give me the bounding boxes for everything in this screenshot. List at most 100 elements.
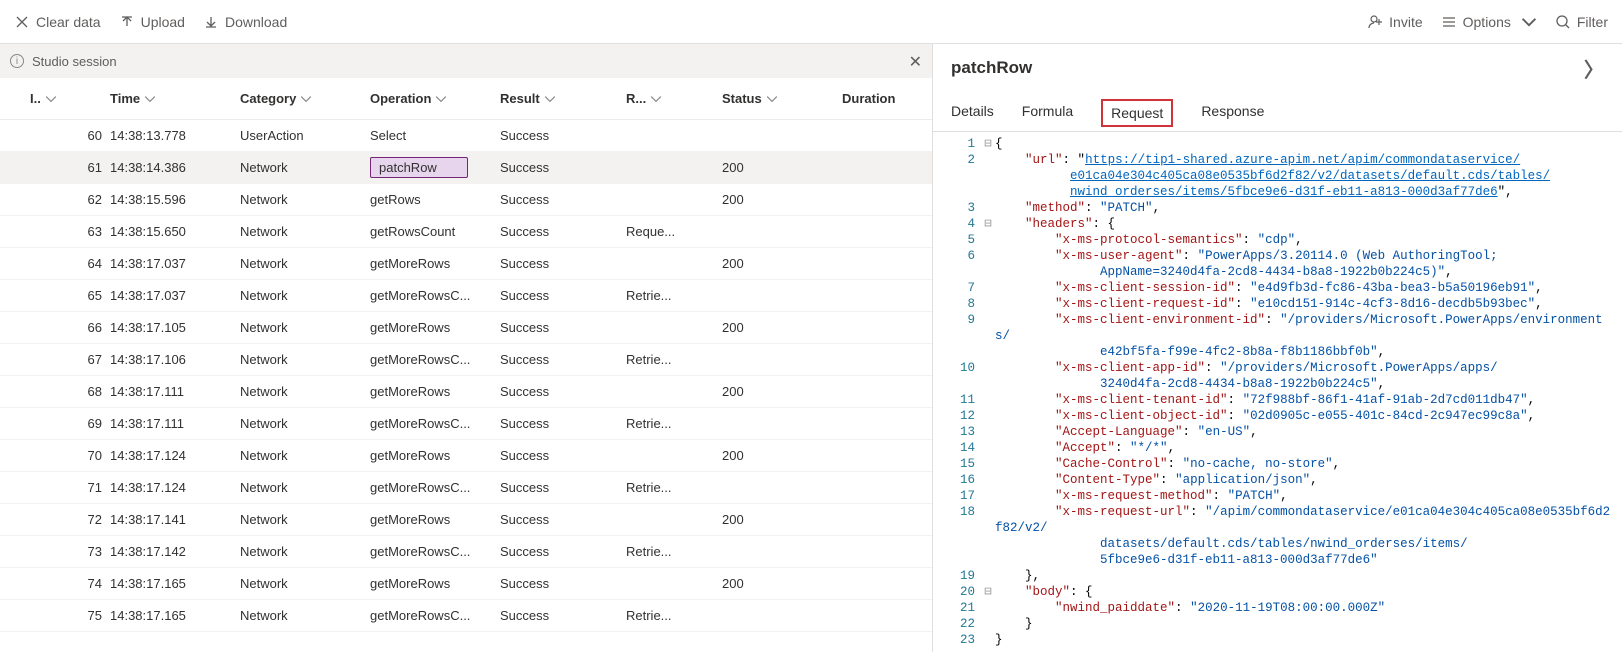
options-label: Options (1463, 14, 1511, 30)
cell-r: Retrie... (626, 416, 722, 431)
table-row[interactable]: 7414:38:17.165NetworkgetMoreRowsSuccess2… (0, 568, 932, 600)
table-row[interactable]: 6014:38:13.778UserActionSelectSuccess (0, 120, 932, 152)
tab-response[interactable]: Response (1201, 103, 1264, 131)
line-number: 14 (933, 440, 981, 456)
code-text: "body": { (995, 584, 1622, 600)
cell-category: Network (240, 448, 370, 463)
col-r[interactable]: R... (626, 91, 722, 106)
col-status[interactable]: Status (722, 91, 842, 106)
cell-time: 14:38:13.778 (110, 128, 240, 143)
fold-icon (981, 600, 995, 616)
line-number: 1 (933, 136, 981, 152)
table-row[interactable]: 6814:38:17.111NetworkgetMoreRowsSuccess2… (0, 376, 932, 408)
col-result[interactable]: Result (500, 91, 626, 106)
table-row[interactable]: 6914:38:17.111NetworkgetMoreRowsC...Succ… (0, 408, 932, 440)
cell-category: Network (240, 384, 370, 399)
cell-id: 62 (30, 192, 110, 207)
table-row[interactable]: 7214:38:17.141NetworkgetMoreRowsSuccess2… (0, 504, 932, 536)
code-text: } (995, 632, 1622, 648)
cell-id: 70 (30, 448, 110, 463)
tab-details[interactable]: Details (951, 103, 994, 131)
toolbar: Clear data Upload Download Invite Option… (0, 0, 1622, 44)
code-editor[interactable]: 1⊟{2 "url": "https://tip1-shared.azure-a… (933, 132, 1622, 652)
line-number: 20 (933, 584, 981, 600)
expand-arrow-button[interactable]: 〉 (1584, 54, 1604, 83)
table-row[interactable]: 6114:38:14.386NetworkpatchRowSuccess200 (0, 152, 932, 184)
line-number: 21 (933, 600, 981, 616)
code-text: "x-ms-request-method": "PATCH", (995, 488, 1622, 504)
cell-r: Reque... (626, 224, 722, 239)
cell-time: 14:38:17.142 (110, 544, 240, 559)
col-time[interactable]: Time (110, 91, 240, 106)
line-number: 13 (933, 424, 981, 440)
invite-button[interactable]: Invite (1367, 14, 1422, 30)
fold-icon[interactable]: ⊟ (981, 584, 995, 600)
table-row[interactable]: 6414:38:17.037NetworkgetMoreRowsSuccess2… (0, 248, 932, 280)
col-duration[interactable]: Duration (842, 91, 932, 106)
details-title: patchRow (951, 58, 1032, 78)
code-text: "x-ms-client-session-id": "e4d9fb3d-fc86… (995, 280, 1622, 296)
code-line: 1⊟{ (933, 136, 1622, 152)
tab-formula[interactable]: Formula (1022, 103, 1073, 131)
cell-operation: getMoreRows (370, 512, 500, 527)
cell-operation: patchRow (370, 157, 500, 178)
cell-category: Network (240, 256, 370, 271)
close-session-button[interactable]: ✕ (909, 52, 922, 72)
options-icon (1441, 14, 1457, 30)
table-row[interactable]: 6214:38:15.596NetworkgetRowsSuccess200 (0, 184, 932, 216)
code-line: 23} (933, 632, 1622, 648)
fold-icon[interactable]: ⊟ (981, 216, 995, 232)
table-body[interactable]: 6014:38:13.778UserActionSelectSuccess611… (0, 120, 932, 645)
options-button[interactable]: Options (1441, 14, 1537, 30)
fold-icon (981, 360, 995, 392)
fold-icon (981, 232, 995, 248)
fold-icon (981, 472, 995, 488)
line-number: 9 (933, 312, 981, 360)
code-line: 3 "method": "PATCH", (933, 200, 1622, 216)
fold-icon (981, 296, 995, 312)
table-row[interactable]: 7014:38:17.124NetworkgetMoreRowsSuccess2… (0, 440, 932, 472)
upload-button[interactable]: Upload (119, 14, 185, 30)
cell-category: Network (240, 608, 370, 623)
code-line: 22 } (933, 616, 1622, 632)
cell-operation: getMoreRows (370, 384, 500, 399)
download-button[interactable]: Download (203, 14, 287, 30)
info-icon: i (10, 54, 24, 68)
table-row[interactable]: 6714:38:17.106NetworkgetMoreRowsC...Succ… (0, 344, 932, 376)
fold-icon (981, 488, 995, 504)
table-row[interactable]: 6314:38:15.650NetworkgetRowsCountSuccess… (0, 216, 932, 248)
table-row[interactable]: 6514:38:17.037NetworkgetMoreRowsC...Succ… (0, 280, 932, 312)
cell-id: 60 (30, 128, 110, 143)
col-id[interactable]: I.. (30, 91, 110, 106)
col-category[interactable]: Category (240, 91, 370, 106)
cell-r: Retrie... (626, 480, 722, 495)
cell-r: Retrie... (626, 352, 722, 367)
fold-icon[interactable]: ⊟ (981, 136, 995, 152)
code-line: 5 "x-ms-protocol-semantics": "cdp", (933, 232, 1622, 248)
clear-data-button[interactable]: Clear data (14, 14, 101, 30)
col-operation[interactable]: Operation (370, 91, 500, 106)
tab-request[interactable]: Request (1101, 99, 1173, 127)
code-text: "Content-Type": "application/json", (995, 472, 1622, 488)
cell-id: 66 (30, 320, 110, 335)
filter-button[interactable]: Filter (1555, 14, 1608, 30)
cell-result: Success (500, 512, 626, 527)
cell-id: 71 (30, 480, 110, 495)
line-number: 6 (933, 248, 981, 280)
fold-icon (981, 248, 995, 280)
cell-category: Network (240, 224, 370, 239)
line-number: 10 (933, 360, 981, 392)
fold-icon (981, 408, 995, 424)
clear-data-label: Clear data (36, 14, 101, 30)
table-row[interactable]: 7314:38:17.142NetworkgetMoreRowsC...Succ… (0, 536, 932, 568)
cell-time: 14:38:17.165 (110, 608, 240, 623)
table-row[interactable]: 6614:38:17.105NetworkgetMoreRowsSuccess2… (0, 312, 932, 344)
table-row[interactable]: 7114:38:17.124NetworkgetMoreRowsC...Succ… (0, 472, 932, 504)
code-line: 14 "Accept": "*/*", (933, 440, 1622, 456)
cell-operation: getMoreRowsC... (370, 608, 500, 623)
code-line: 12 "x-ms-client-object-id": "02d0905c-e0… (933, 408, 1622, 424)
cell-category: Network (240, 544, 370, 559)
cell-time: 14:38:17.165 (110, 576, 240, 591)
table-row[interactable]: 7514:38:17.165NetworkgetMoreRowsC...Succ… (0, 600, 932, 632)
code-text: "x-ms-request-url": "/apim/commondataser… (995, 504, 1622, 568)
